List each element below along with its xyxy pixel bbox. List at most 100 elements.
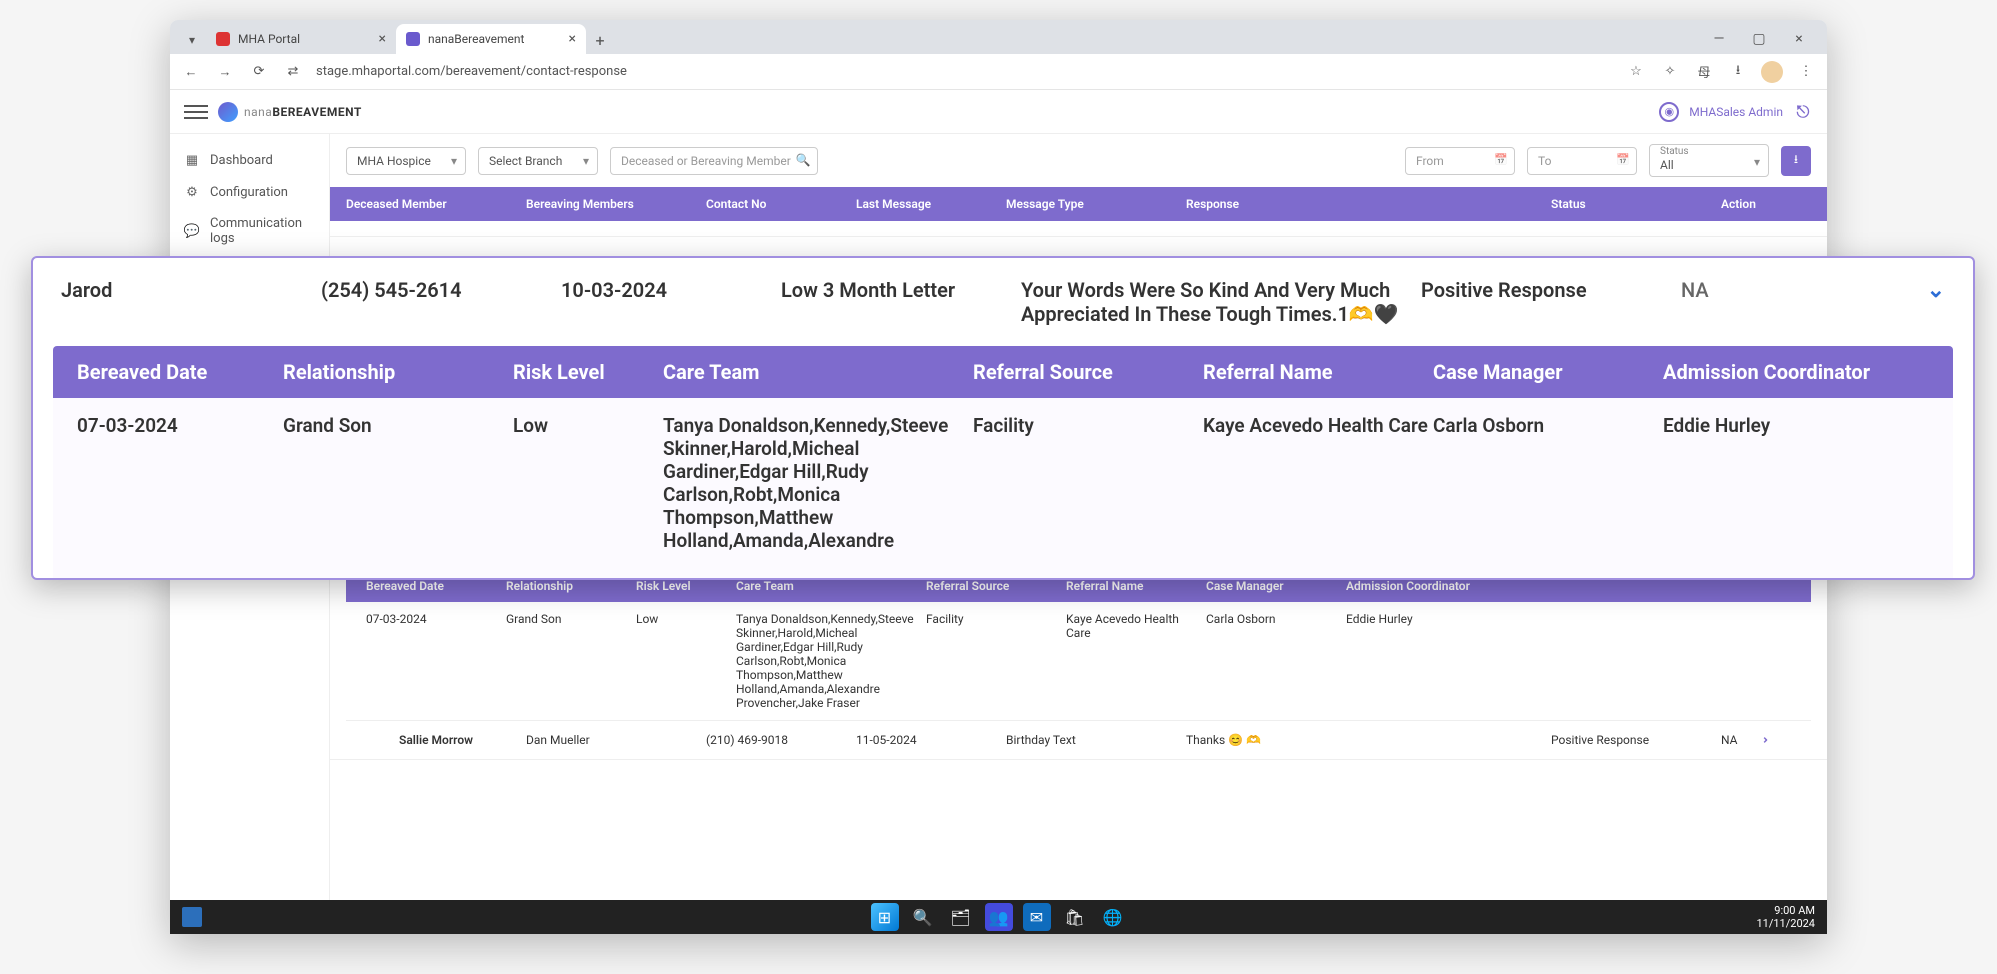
mag-detail-casemgr: Carla Osborn <box>1433 414 1663 437</box>
back-button[interactable]: ← <box>180 64 202 80</box>
detail-row: 07-03-2024 Grand Son Low Tanya Donaldson… <box>346 602 1811 721</box>
menu-icon[interactable]: ⋮ <box>1795 64 1817 79</box>
mag-response: Your Words Were So Kind And Very Much Ap… <box>1021 278 1421 326</box>
col-deceased: Deceased Member <box>346 197 526 211</box>
cell-status: Positive Response <box>1551 733 1721 747</box>
subcol-casemgr: Case Manager <box>1206 579 1346 593</box>
user-name[interactable]: MHASales Admin <box>1689 105 1783 119</box>
detail-risk: Low <box>636 612 736 626</box>
mag-detail-date: 07-03-2024 <box>53 414 283 437</box>
outlook-icon[interactable]: ✉ <box>1023 903 1051 931</box>
reload-button[interactable]: ⟳ <box>248 64 270 79</box>
from-date-input[interactable]: From <box>1405 147 1515 175</box>
app-header: nanaBEREAVEMENT ◉ MHASales Admin ⎋ <box>170 90 1827 134</box>
extensions-icon[interactable]: ✧ <box>1659 64 1681 79</box>
mag-subcol-casemgr: Case Manager <box>1433 360 1663 384</box>
detail-date: 07-03-2024 <box>366 612 506 626</box>
subcol-date: Bereaved Date <box>366 579 506 593</box>
mag-action: NA <box>1681 278 1927 302</box>
new-tab-button[interactable]: + <box>586 26 614 54</box>
search-placeholder: Deceased or Bereaving Member <box>621 154 791 168</box>
maximize-button[interactable]: ▢ <box>1739 24 1779 54</box>
mag-detail-refsrc: Facility <box>973 414 1203 437</box>
cell-deceased: Sallie Morrow <box>346 733 526 747</box>
to-date-input[interactable]: To <box>1527 147 1637 175</box>
col-status: Status <box>1551 197 1721 211</box>
date-placeholder: From <box>1416 154 1444 168</box>
subcol-care: Care Team <box>736 579 926 593</box>
subcol-refname: Referral Name <box>1066 579 1206 593</box>
tab-strip: ▾ MHA Portal × nanaBereavement × + — ▢ × <box>170 20 1827 54</box>
downloads-icon[interactable]: ⭳ <box>1727 61 1749 83</box>
sidebar-item-communication-logs[interactable]: 💬 Communication logs <box>170 208 329 254</box>
partial-row <box>330 221 1827 237</box>
taskbar: ⊞ 🔍 🗂 👥 ✉ 🛍 🌐 9:00 AM 11/11/2024 <box>170 900 1827 934</box>
taskview-icon[interactable] <box>182 907 202 927</box>
mag-status: Positive Response <box>1421 278 1681 302</box>
sidebar-label: Communication logs <box>210 216 315 246</box>
sidebar-label: Configuration <box>210 185 288 200</box>
profile-avatar[interactable] <box>1761 61 1783 83</box>
brand-bold: BEREAVEMENT <box>272 105 362 119</box>
address-bar: ← → ⟳ ⇄ stage.mhaportal.com/bereavement/… <box>170 54 1827 90</box>
tab-title: nanaBereavement <box>428 32 524 46</box>
col-response: Response <box>1186 197 1551 211</box>
sidebar-item-configuration[interactable]: ⚙ Configuration <box>170 176 329 208</box>
tab-mha-portal[interactable]: MHA Portal × <box>206 24 396 54</box>
branch-select[interactable]: Select Branch <box>478 147 598 175</box>
search-icon[interactable]: 🔍 <box>909 903 937 931</box>
detail-casemgr: Carla Osborn <box>1206 612 1346 626</box>
mag-contact: (254) 545-2614 <box>321 278 561 302</box>
brand-prefix: nana <box>244 105 272 119</box>
mag-subcol-refsrc: Referral Source <box>973 360 1203 384</box>
forward-button[interactable]: → <box>214 64 236 80</box>
chevron-right-icon[interactable]: ⌄ <box>1756 735 1770 745</box>
detail-refname: Kaye Acevedo Health Care <box>1066 612 1206 640</box>
select-value: MHA Hospice <box>357 154 431 168</box>
cell-type: Birthday Text <box>1006 733 1186 747</box>
close-icon[interactable]: × <box>379 31 386 47</box>
detail-care: Tanya Donaldson,Kennedy,Steeve Skinner,H… <box>736 612 926 710</box>
clock[interactable]: 9:00 AM 11/11/2024 <box>1756 904 1815 930</box>
translate-icon[interactable]: ⺟ <box>1693 62 1715 81</box>
logo-icon <box>218 102 238 122</box>
hospice-select[interactable]: MHA Hospice <box>346 147 466 175</box>
search-input[interactable]: Deceased or Bereaving Member <box>610 147 818 175</box>
explorer-icon[interactable]: 🗂 <box>947 903 975 931</box>
status-label: Status <box>1660 146 1742 157</box>
magnified-row: Jarod (254) 545-2614 10-03-2024 Low 3 Mo… <box>33 258 1973 346</box>
mag-subcol-refname: Referral Name <box>1203 360 1433 384</box>
date: 11/11/2024 <box>1756 917 1815 930</box>
chat-icon: 💬 <box>184 223 200 239</box>
detail-admcoord: Eddie Hurley <box>1346 612 1791 626</box>
col-contact: Contact No <box>706 197 856 211</box>
favicon-icon <box>216 32 230 46</box>
chrome-icon[interactable]: 🌐 <box>1099 903 1127 931</box>
table-row[interactable]: Sallie Morrow Dan Mueller (210) 469-9018… <box>330 721 1827 760</box>
mag-bereaving: Jarod <box>61 278 321 302</box>
url-text[interactable]: stage.mhaportal.com/bereavement/contact-… <box>316 64 1613 79</box>
sidebar-item-dashboard[interactable]: ▦ Dashboard <box>170 144 329 176</box>
close-icon[interactable]: × <box>569 31 576 47</box>
status-select[interactable]: Status All <box>1649 144 1769 177</box>
tab-nana-bereavement[interactable]: nanaBereavement × <box>396 24 586 54</box>
star-icon[interactable]: ☆ <box>1625 64 1647 79</box>
subcol-relationship: Relationship <box>506 579 636 593</box>
grid-header: Deceased Member Bereaving Members Contac… <box>330 187 1827 221</box>
mag-subcol-rel: Relationship <box>283 360 513 384</box>
store-icon[interactable]: 🛍 <box>1061 903 1089 931</box>
hamburger-button[interactable] <box>184 100 208 124</box>
teams-icon[interactable]: 👥 <box>985 903 1013 931</box>
download-button[interactable]: ⭳ <box>1781 146 1811 176</box>
close-window-button[interactable]: × <box>1779 24 1819 54</box>
site-info-icon[interactable]: ⇄ <box>282 64 304 79</box>
minimize-button[interactable]: — <box>1699 24 1739 54</box>
col-last: Last Message <box>856 197 1006 211</box>
chevron-down-icon[interactable]: ⌄ <box>1927 278 1945 303</box>
mag-detail-care: Tanya Donaldson,Kennedy,Steeve Skinner,H… <box>663 414 973 552</box>
logout-icon[interactable]: ⎋ <box>1793 102 1813 122</box>
start-icon[interactable]: ⊞ <box>871 903 899 931</box>
tab-dropdown[interactable]: ▾ <box>178 26 206 54</box>
mag-detail-admcoord: Eddie Hurley <box>1663 414 1953 437</box>
cell-contact: (210) 469-9018 <box>706 733 856 747</box>
